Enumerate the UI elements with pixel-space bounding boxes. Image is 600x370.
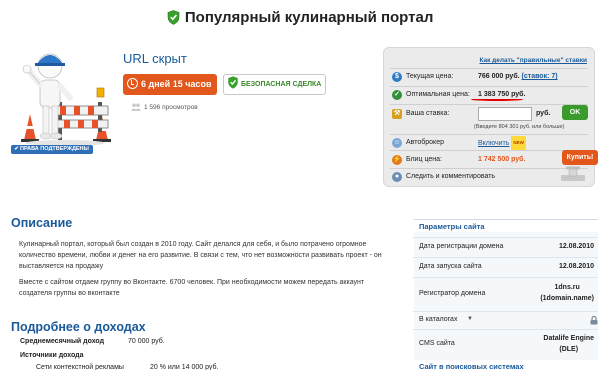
income-heading: Подробнее о доходах <box>11 320 146 334</box>
stamp-icon <box>561 166 585 181</box>
description-paragraph-2: Вместе с сайтом отдаем группу во Вконтак… <box>19 279 365 297</box>
lock-icon <box>590 316 598 325</box>
param-launch-date: Дата запуска сайта 12.08.2010 <box>413 257 598 277</box>
price-icon: $ <box>392 72 402 82</box>
safe-deal-badge[interactable]: БЕЗОПАСНАЯ СДЕЛКА <box>223 74 326 95</box>
param-cms: CMS сайта Datalife Engine (DLE) <box>413 329 598 359</box>
divider <box>390 68 588 69</box>
contextual-ads-label: Сети контекстной рекламы <box>36 364 124 370</box>
description-paragraph-1: Кулинарный портал, который был создан в … <box>19 241 382 270</box>
people-icon <box>131 103 141 111</box>
avg-income-value: 70 000 руб. <box>128 338 165 345</box>
url-hidden-label: URL скрыт <box>123 51 187 66</box>
hammer-icon: ⚒ <box>392 109 402 119</box>
page-header: Популярный кулинарный портал <box>0 9 600 29</box>
divider <box>390 104 588 105</box>
site-params: Параметры сайта <box>413 220 598 234</box>
param-registrar: Регистратор домена 1dns.ru (1domain.name… <box>413 277 598 311</box>
divider <box>390 150 588 151</box>
bids-count-link[interactable]: (ставок: 7) <box>522 73 558 80</box>
divider <box>390 168 588 169</box>
blitz-price-value: 1 742 500 руб. <box>478 156 526 163</box>
optimal-price-underline <box>471 98 523 101</box>
catalog-dropdown-icon[interactable]: ▼ <box>467 316 473 322</box>
current-price-value: 766 000 руб. (ставок: 7) <box>478 73 558 80</box>
your-bid-row: ⚒ Ваша ставка: руб. OK <box>392 105 592 121</box>
bid-currency: руб. <box>536 110 551 117</box>
buy-now-button[interactable]: Купить! <box>562 150 598 165</box>
rights-verified-badge: ✔ПРАВА ПОДТВЕРЖДЕНЫ <box>11 145 93 154</box>
ok-button[interactable]: OK <box>562 105 588 120</box>
optimal-price-icon: ✓ <box>392 90 402 100</box>
param-reg-date: Дата регистрации домена 12.08.2010 <box>413 237 598 257</box>
params-heading: Параметры сайта <box>419 222 485 231</box>
divider <box>390 134 588 135</box>
eye-icon: ● <box>392 172 402 182</box>
construction-mascot-image <box>21 53 111 146</box>
new-badge: NEW <box>511 136 526 150</box>
income-sources-label: Источники дохода <box>20 352 84 359</box>
page-title: Популярный кулинарный портал <box>184 9 434 26</box>
autobroker-toggle-wrap: Включить NEW <box>478 136 526 151</box>
how-to-bid-link[interactable]: Как делать "правильные" ставки <box>479 57 587 64</box>
bid-input[interactable] <box>478 107 532 121</box>
check-icon: ✔ <box>14 146 19 152</box>
search-engines-heading: Сайт в поисковых системах <box>419 362 524 370</box>
robot-icon: ☺ <box>392 138 402 148</box>
shield-check-icon <box>167 10 179 25</box>
blitz-price-row: ⚡ Блиц цена: 1 742 500 руб. Купить! <box>392 150 598 167</box>
contextual-ads-value: 20 % или 14 000 руб. <box>150 364 219 370</box>
description-heading: Описание <box>11 216 73 230</box>
param-catalogs: В каталогах ▼ <box>413 311 598 329</box>
bid-hint: (Введите 804 301 руб. или больше) <box>474 124 565 130</box>
clock-icon <box>127 78 138 89</box>
time-left-badge: 6 дней 15 часов <box>123 74 217 95</box>
lightning-icon: ⚡ <box>392 155 402 165</box>
avg-income-label: Среднемесячный доход <box>20 338 105 345</box>
divider <box>390 86 588 87</box>
shield-check-icon <box>228 76 238 89</box>
views-count: 1 596 просмотров <box>131 103 198 111</box>
autobroker-enable-link[interactable]: Включить <box>478 140 509 147</box>
